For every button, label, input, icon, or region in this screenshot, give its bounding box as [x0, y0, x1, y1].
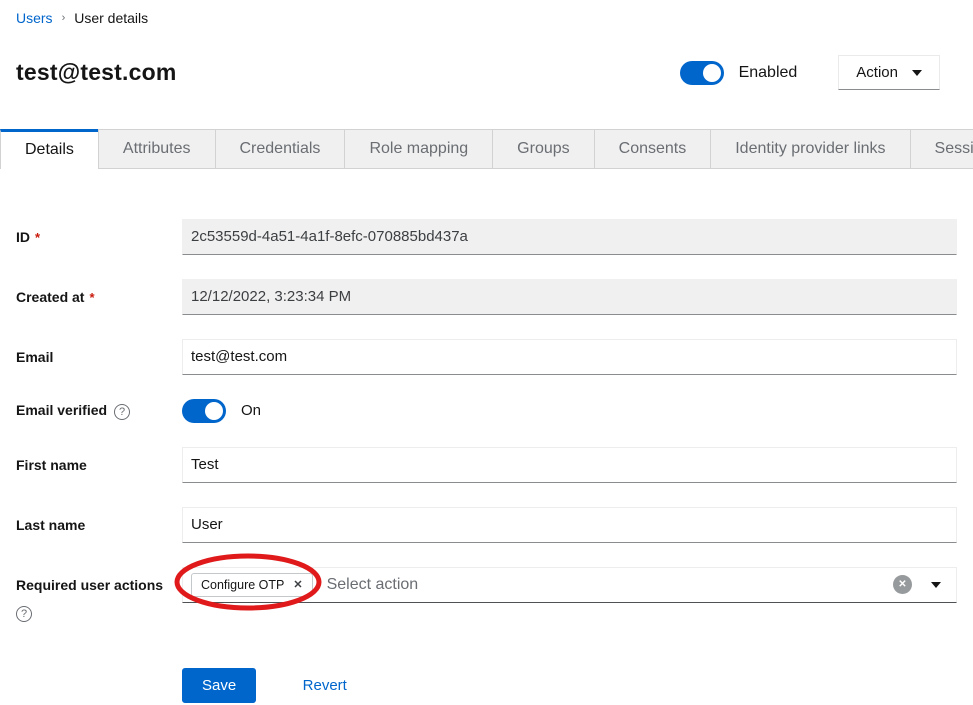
email-verified-state: On [241, 402, 261, 419]
email-verified-toggle[interactable] [182, 399, 226, 423]
required-marker: * [89, 290, 94, 305]
chip-close-icon[interactable]: ✕ [293, 578, 302, 591]
user-details-form: ID * Created at * Email Email verified? On… [16, 219, 957, 703]
form-row-last-name: Last name [16, 507, 957, 543]
email-verified-field: On [182, 399, 957, 423]
save-button[interactable]: Save [182, 668, 256, 703]
tab-consents[interactable]: Consents [594, 129, 712, 169]
page-title: test@test.com [16, 59, 680, 86]
form-row-created-at: Created at * [16, 279, 957, 315]
required-user-actions-field-wrap: Configure OTP ✕ Select action ✕ [182, 567, 957, 603]
created-at-label: Created at * [16, 289, 182, 305]
tab-details[interactable]: Details [0, 129, 99, 169]
form-row-email: Email [16, 339, 957, 375]
breadcrumb-users-link[interactable]: Users [16, 10, 53, 26]
enabled-label: Enabled [739, 64, 798, 82]
tab-identity-provider-links[interactable]: Identity provider links [710, 129, 910, 169]
breadcrumb-current: User details [74, 10, 148, 26]
last-name-field[interactable] [182, 507, 957, 543]
first-name-label: First name [16, 457, 182, 473]
created-at-field[interactable] [182, 279, 957, 315]
form-row-email-verified: Email verified? On [16, 399, 957, 423]
help-icon[interactable]: ? [16, 606, 32, 622]
id-label: ID * [16, 229, 182, 245]
email-label: Email [16, 349, 182, 365]
chip-configure-otp: Configure OTP ✕ [191, 573, 313, 597]
tab-groups[interactable]: Groups [492, 129, 594, 169]
email-verified-label-text: Email verified [16, 402, 107, 418]
multiselect-placeholder: Select action [327, 576, 419, 594]
breadcrumb: Users › User details [0, 0, 973, 26]
tab-sessions[interactable]: Sessions [910, 129, 973, 169]
tab-attributes[interactable]: Attributes [98, 129, 216, 169]
email-field[interactable] [182, 339, 957, 375]
id-label-text: ID [16, 229, 30, 245]
chip-label: Configure OTP [201, 578, 284, 592]
enabled-toggle[interactable] [680, 61, 724, 85]
first-name-field[interactable] [182, 447, 957, 483]
form-button-row: Save Revert [16, 668, 957, 703]
clear-selection-icon[interactable]: ✕ [893, 575, 912, 594]
required-marker: * [35, 230, 40, 245]
action-dropdown-label: Action [856, 64, 898, 81]
tab-role-mapping[interactable]: Role mapping [344, 129, 493, 169]
page-header: test@test.com Enabled Action [0, 26, 973, 102]
action-dropdown-button[interactable]: Action [838, 55, 940, 90]
breadcrumb-separator-icon: › [62, 12, 66, 24]
toggle-knob [703, 64, 721, 82]
created-at-label-text: Created at [16, 289, 84, 305]
required-user-actions-label-text: Required user actions [16, 577, 163, 593]
form-row-id: ID * [16, 219, 957, 255]
form-row-first-name: First name [16, 447, 957, 483]
form-row-required-user-actions: Required user actions ? Configure OTP ✕ … [16, 567, 957, 622]
toggle-knob [205, 402, 223, 420]
id-field[interactable] [182, 219, 957, 255]
chevron-down-icon[interactable] [931, 582, 941, 588]
email-verified-label: Email verified? [16, 402, 182, 420]
tab-bar: Details Attributes Credentials Role mapp… [0, 129, 973, 169]
last-name-label: Last name [16, 517, 182, 533]
required-user-actions-label: Required user actions ? [16, 567, 182, 622]
tab-credentials[interactable]: Credentials [215, 129, 346, 169]
required-user-actions-multiselect[interactable]: Configure OTP ✕ Select action ✕ [182, 567, 957, 603]
help-icon[interactable]: ? [114, 404, 130, 420]
revert-button[interactable]: Revert [297, 676, 353, 695]
chevron-down-icon [912, 70, 922, 76]
